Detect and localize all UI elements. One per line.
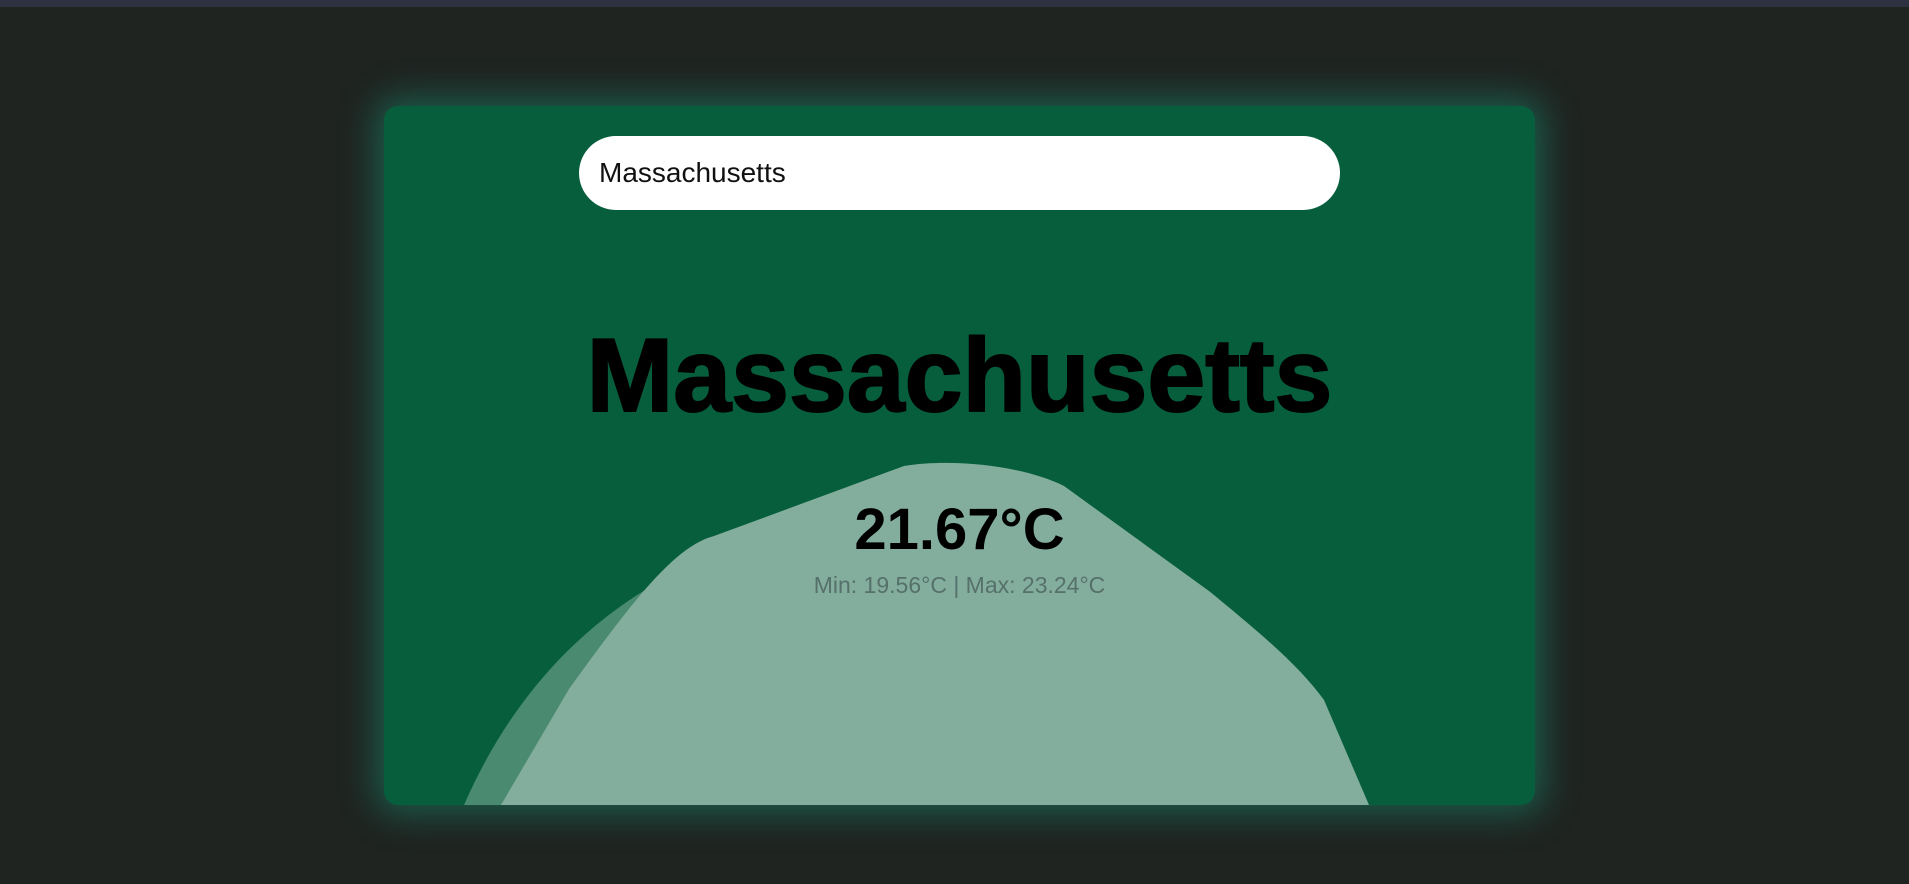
temperature-range: Min: 19.56°C | Max: 23.24°C [813, 572, 1106, 598]
current-temperature: 21.67°C [854, 497, 1065, 562]
background-waves [464, 462, 1369, 805]
weather-card: Massachusetts 21.67°C Min: 19.56°C | Max… [384, 106, 1535, 805]
browser-top-strip [0, 0, 1909, 7]
city-search-input[interactable] [579, 136, 1340, 210]
city-name-heading: Massachusetts [586, 318, 1334, 434]
